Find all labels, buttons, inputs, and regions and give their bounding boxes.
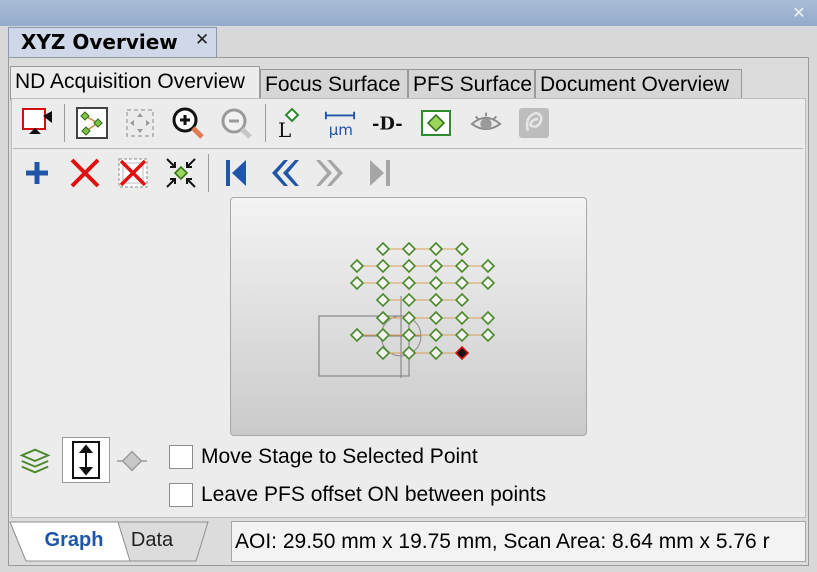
delete-all-icon[interactable]	[117, 157, 149, 189]
move-stage-label: Move Stage to Selected Point	[201, 445, 478, 468]
select-points-icon[interactable]	[76, 107, 108, 139]
stage-point[interactable]	[428, 292, 444, 308]
tab-data[interactable]: Data	[120, 529, 184, 552]
point-path	[357, 248, 488, 354]
stage-point[interactable]	[454, 292, 470, 308]
panel-title: XYZ Overview	[21, 30, 178, 54]
toolbar-separator	[64, 104, 65, 142]
delete-icon[interactable]	[69, 157, 101, 189]
panel-close-icon[interactable]: ✕	[195, 30, 209, 50]
stage-point[interactable]	[428, 327, 444, 343]
stage-point[interactable]	[454, 327, 470, 343]
selected-point[interactable]	[454, 345, 470, 361]
stage-point[interactable]	[349, 275, 365, 291]
stage-point[interactable]	[375, 258, 391, 274]
points-plot[interactable]	[231, 198, 587, 436]
l-marker-label: L	[278, 118, 291, 139]
last-icon[interactable]	[364, 157, 396, 189]
tab-document-overview[interactable]: Document Overview	[535, 69, 742, 99]
scale-um-icon[interactable]: μm	[324, 107, 356, 139]
toolbar-divider	[13, 148, 803, 149]
stage-point[interactable]	[428, 241, 444, 257]
stage-point[interactable]	[454, 241, 470, 257]
stage-point[interactable]	[454, 258, 470, 274]
zoom-in-icon[interactable]	[172, 107, 204, 139]
stage-point[interactable]	[480, 258, 496, 274]
diamond-point-icon[interactable]	[420, 107, 452, 139]
toolbar-separator	[265, 104, 266, 142]
status-bar: AOI: 29.50 mm x 19.75 mm, Scan Area: 8.6…	[231, 521, 806, 562]
stage-point[interactable]	[401, 310, 417, 326]
tab-graph[interactable]: Graph	[28, 529, 120, 552]
fit-view-icon[interactable]	[124, 107, 156, 139]
zoom-out-icon[interactable]	[220, 107, 252, 139]
stage-point[interactable]	[401, 275, 417, 291]
tab-nd-acquisition-overview[interactable]: ND Acquisition Overview	[10, 66, 260, 100]
stage-point[interactable]	[401, 327, 417, 343]
move-stage-checkbox[interactable]	[169, 445, 193, 469]
stage-point[interactable]	[428, 310, 444, 326]
stage-point[interactable]	[375, 327, 391, 343]
stage-point[interactable]	[480, 327, 496, 343]
toolbar-separator	[208, 154, 209, 192]
d-marker-icon[interactable]: -D-	[372, 107, 404, 139]
leave-pfs-label: Leave PFS offset ON between points	[201, 483, 547, 506]
point-grid	[349, 241, 496, 361]
stage-point[interactable]	[480, 275, 496, 291]
previous-icon[interactable]	[268, 157, 300, 189]
stage-point[interactable]	[375, 345, 391, 361]
d-marker-label: -D-	[372, 114, 403, 135]
stage-point[interactable]	[349, 327, 365, 343]
disabled-overlay-icon[interactable]	[518, 107, 550, 139]
z-range-button[interactable]	[62, 437, 110, 483]
snapshot-icon[interactable]	[21, 107, 53, 139]
collapse-icon[interactable]	[165, 157, 197, 189]
first-icon[interactable]	[220, 157, 252, 189]
stage-point[interactable]	[401, 241, 417, 257]
window-titlebar: ✕	[0, 0, 817, 26]
stage-point[interactable]	[375, 241, 391, 257]
stage-point[interactable]	[428, 345, 444, 361]
eye-icon[interactable]	[470, 107, 502, 139]
scale-um-label: μm	[329, 121, 353, 139]
diamond-move-icon[interactable]	[116, 445, 148, 477]
panel-tab[interactable]: XYZ Overview ✕	[8, 27, 217, 57]
l-marker-icon[interactable]: L	[276, 107, 308, 139]
tab-focus-surface[interactable]: Focus Surface	[260, 69, 408, 99]
close-icon[interactable]: ✕	[791, 5, 807, 21]
stage-point[interactable]	[349, 258, 365, 274]
xyz-overview-graph[interactable]	[230, 197, 587, 436]
layers-icon[interactable]	[19, 445, 51, 477]
stage-point[interactable]	[401, 292, 417, 308]
stage-point[interactable]	[480, 310, 496, 326]
stage-point[interactable]	[428, 275, 444, 291]
stage-point[interactable]	[375, 292, 391, 308]
stage-point[interactable]	[401, 345, 417, 361]
stage-point[interactable]	[454, 275, 470, 291]
vertical-arrow-icon	[72, 441, 100, 479]
next-icon[interactable]	[316, 157, 348, 189]
aoi-rectangle	[318, 315, 410, 377]
tab-pfs-surface[interactable]: PFS Surface	[408, 69, 535, 99]
stage-point[interactable]	[401, 258, 417, 274]
stage-point[interactable]	[375, 275, 391, 291]
stage-point[interactable]	[428, 258, 444, 274]
add-icon[interactable]	[21, 157, 53, 189]
leave-pfs-checkbox[interactable]	[169, 483, 193, 507]
stage-point[interactable]	[454, 310, 470, 326]
